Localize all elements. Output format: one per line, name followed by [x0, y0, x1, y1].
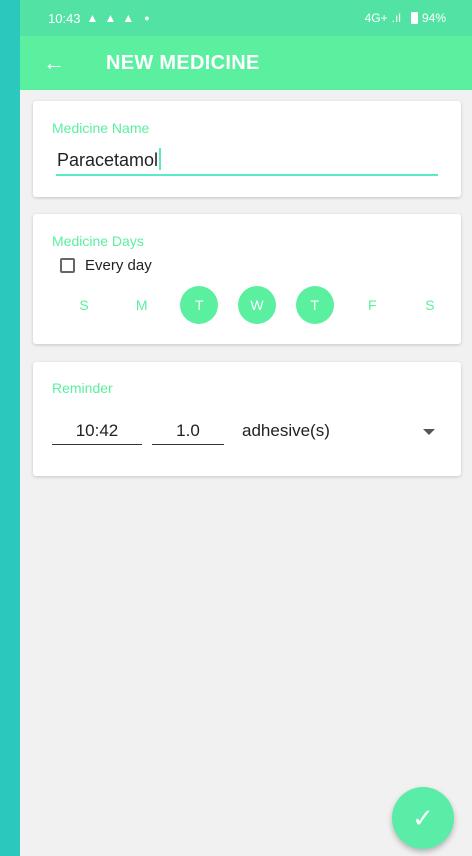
snapchat-icon: ▲	[122, 11, 135, 25]
days-row: S M T W T F S	[60, 286, 454, 324]
day-wednesday[interactable]: W	[237, 286, 276, 324]
medicine-days-label: Medicine Days	[52, 233, 144, 249]
status-time: 10:43	[48, 10, 81, 26]
medicine-days-card: Medicine Days Every day S M T W T F S	[33, 214, 461, 344]
medicine-name-value: Paracetamol	[57, 150, 159, 170]
status-right: 4G+ .ıl 94%	[365, 11, 446, 25]
every-day-label: Every day	[85, 257, 152, 274]
day-friday[interactable]: F	[348, 286, 396, 324]
page-title: NEW MEDICINE	[106, 51, 260, 74]
status-bar: 10:43 ▲ ▲ ▲ ● 4G+ .ıl 94%	[20, 0, 472, 36]
snapchat-icon: ▲	[86, 11, 99, 25]
status-left: 10:43 ▲ ▲ ▲ ●	[48, 11, 150, 26]
reminder-label: Reminder	[52, 380, 113, 396]
snapchat-icon: ▲	[104, 11, 117, 25]
signal-icon: .ıl	[391, 11, 401, 25]
dropdown-arrow-icon	[423, 429, 435, 435]
unit-selected-value: adhesive(s)	[242, 421, 330, 440]
phone-screen: 10:43 ▲ ▲ ▲ ● 4G+ .ıl 94% ← NEW MEDICINE…	[20, 0, 472, 856]
network-type: 4G+	[364, 11, 388, 25]
medicine-name-input[interactable]: Paracetamol	[56, 146, 438, 176]
reminder-row: 10:42 1.0 adhesive(s)	[52, 417, 447, 445]
battery-level: 94%	[421, 11, 446, 25]
unit-dropdown[interactable]: adhesive(s)	[242, 421, 447, 445]
every-day-checkbox[interactable]	[60, 258, 75, 273]
text-cursor	[159, 148, 162, 170]
day-tuesday[interactable]: T	[180, 286, 219, 324]
back-arrow-icon[interactable]: ←	[20, 50, 86, 76]
dose-field[interactable]: 1.0	[152, 421, 224, 445]
app-bar: ← NEW MEDICINE	[20, 36, 472, 90]
every-day-checkbox-row[interactable]: Every day	[60, 257, 152, 274]
battery-icon	[410, 12, 418, 24]
medicine-name-card: Medicine Name Paracetamol	[33, 101, 461, 197]
reminder-card: Reminder 10:42 1.0 adhesive(s)	[33, 362, 461, 476]
day-sunday[interactable]: S	[60, 286, 108, 324]
day-saturday[interactable]: S	[406, 286, 454, 324]
check-icon: ✓	[412, 803, 434, 833]
more-notifications-dot-icon: ●	[144, 13, 150, 23]
day-monday[interactable]: M	[118, 286, 166, 324]
day-thursday[interactable]: T	[295, 286, 334, 324]
reminder-time-field[interactable]: 10:42	[52, 421, 142, 445]
medicine-name-label: Medicine Name	[52, 120, 150, 136]
save-fab-button[interactable]: ✓	[392, 787, 454, 849]
